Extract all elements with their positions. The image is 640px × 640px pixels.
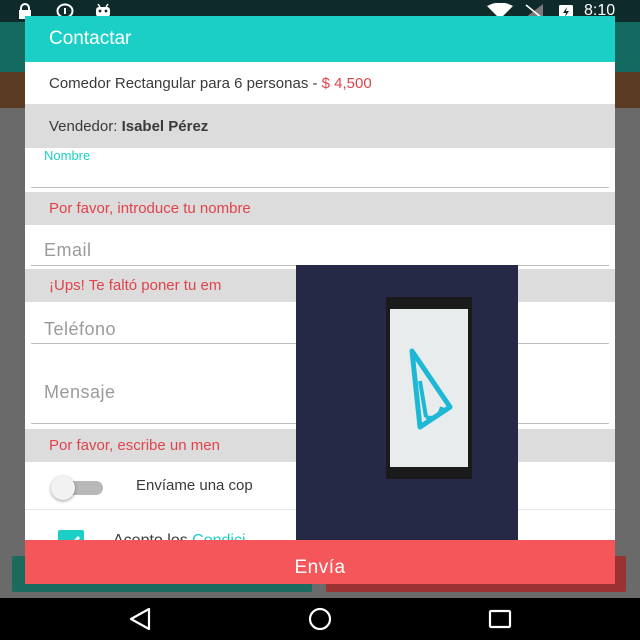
email-field[interactable]: Email [31, 230, 609, 266]
home-icon[interactable] [306, 606, 334, 632]
phone-placeholder: Teléfono [44, 319, 117, 339]
send-copy-label: Envíame una cop [136, 477, 253, 494]
overlay-popup [296, 265, 518, 540]
send-copy-switch[interactable] [51, 476, 75, 500]
product-name: Comedor Rectangular para 6 personas - [49, 75, 322, 92]
play-logo-icon [409, 348, 453, 430]
navigation-bar [0, 598, 640, 640]
product-summary: Comedor Rectangular para 6 personas - $ … [25, 62, 615, 104]
back-icon[interactable] [127, 606, 155, 632]
name-field-label: Nombre [44, 148, 91, 163]
seller-name: Isabel Pérez [121, 118, 209, 135]
product-price: $ 4,500 [321, 75, 372, 92]
submit-button[interactable]: Envía [25, 540, 615, 584]
message-placeholder: Mensaje [44, 382, 116, 402]
name-error-message: Por favor, introduce tu nombre [25, 192, 615, 225]
name-field[interactable]: Nombre [31, 148, 609, 188]
app-logo [386, 297, 472, 479]
seller-row: Vendedor: Isabel Pérez [25, 104, 615, 148]
seller-label: Vendedor: [49, 118, 122, 135]
email-placeholder: Email [44, 240, 92, 260]
dialog-title: Contactar [25, 16, 615, 62]
recent-apps-icon[interactable] [486, 606, 514, 632]
